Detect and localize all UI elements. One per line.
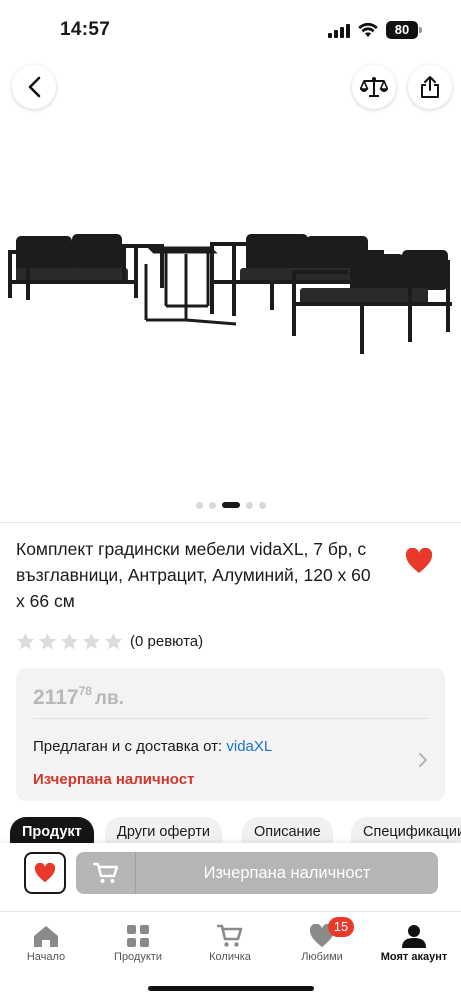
star-empty-icon [60,632,79,650]
cellular-signal-icon [328,24,350,38]
gallery-dot[interactable] [208,501,216,509]
price-cents: 78 [78,684,92,698]
nav-favorites[interactable]: 15 Любими [276,917,368,976]
favorite-heart-icon[interactable] [405,548,433,574]
status-time: 14:57 [60,19,111,40]
nav-products[interactable]: Продукти [92,924,184,976]
wifi-icon [358,22,378,37]
product-tabs: Продукт Други оферти Описание Спецификац… [10,817,461,843]
grid-icon [127,925,149,947]
compare-button[interactable] [352,65,396,109]
battery-indicator: 80 [386,21,418,39]
buy-bar: Изчерпана наличност [0,843,461,909]
share-button[interactable] [408,65,452,109]
tab-product[interactable]: Продукт [10,817,94,843]
gallery-dot[interactable] [245,501,253,509]
nav-home[interactable]: Начало [0,924,92,976]
share-icon [421,76,439,98]
coffee-table [144,246,237,326]
nav-favorites-label: Любими [301,951,343,963]
gallery-dot[interactable] [195,501,203,509]
add-to-cart-button[interactable]: Изчерпана наличност [76,852,438,894]
home-indicator [148,986,314,991]
price-main: 2117 [33,686,79,709]
section-divider [0,522,461,523]
tab-specifications[interactable]: Спецификации [351,817,461,843]
user-icon [402,925,426,948]
back-button[interactable] [12,65,56,109]
nav-cart-label: Количка [209,951,251,963]
seller-prefix: Предлаган и с доставка от: [33,738,223,755]
price-divider [33,718,429,719]
stock-status: Изчерпана наличност [33,771,195,788]
star-empty-icon [38,632,57,650]
nav-products-label: Продукти [114,951,162,963]
gallery-pagination[interactable] [0,500,461,510]
heart-icon [34,863,56,883]
price-currency: лв. [94,688,124,709]
bottom-nav: Начало Продукти Количка 15 Любими Моят а… [0,911,461,999]
nav-account[interactable]: Моят акаунт [368,924,460,976]
nav-home-label: Начало [26,951,66,963]
rating-row[interactable]: (0 ревюта) [16,632,203,651]
sofa-left [8,234,164,300]
seller-line: Предлаган и с доставка от: vidaXL [33,738,272,755]
tab-other-offers[interactable]: Други оферти [105,817,222,843]
status-bar: 14:57 80 [0,0,461,60]
cart-button-label: Изчерпана наличност [203,864,371,882]
wishlist-button[interactable] [24,852,66,894]
nav-account-label: Моят акаунт [380,951,448,963]
star-empty-icon [16,632,35,650]
product-title: Комплект градински мебели vidaXL, 7 бр, … [16,539,371,611]
price: 211778 лв. [33,684,124,710]
chevron-left-icon [28,76,41,98]
battery-tip [419,27,422,33]
chevron-right-icon[interactable] [418,752,428,768]
cart-icon [217,924,243,947]
nav-cart[interactable]: Количка [184,924,276,976]
cart-icon [92,862,118,883]
star-empty-icon [104,632,123,650]
star-empty-icon [82,632,101,650]
gallery-dot[interactable] [258,501,266,509]
price-card[interactable]: 211778 лв. Предлаган и с доставка от: vid… [16,668,445,801]
review-count[interactable]: (0 ревюта) [130,633,203,650]
favorites-count-badge: 15 [328,917,354,937]
seller-name-link[interactable]: vidaXL [226,738,272,755]
tab-description[interactable]: Описание [242,817,333,843]
scales-compare-icon [360,77,388,97]
home-icon [34,926,58,947]
gallery-dot-active[interactable] [221,502,240,508]
cart-button-icon-area [76,852,136,894]
product-image[interactable] [0,180,461,370]
